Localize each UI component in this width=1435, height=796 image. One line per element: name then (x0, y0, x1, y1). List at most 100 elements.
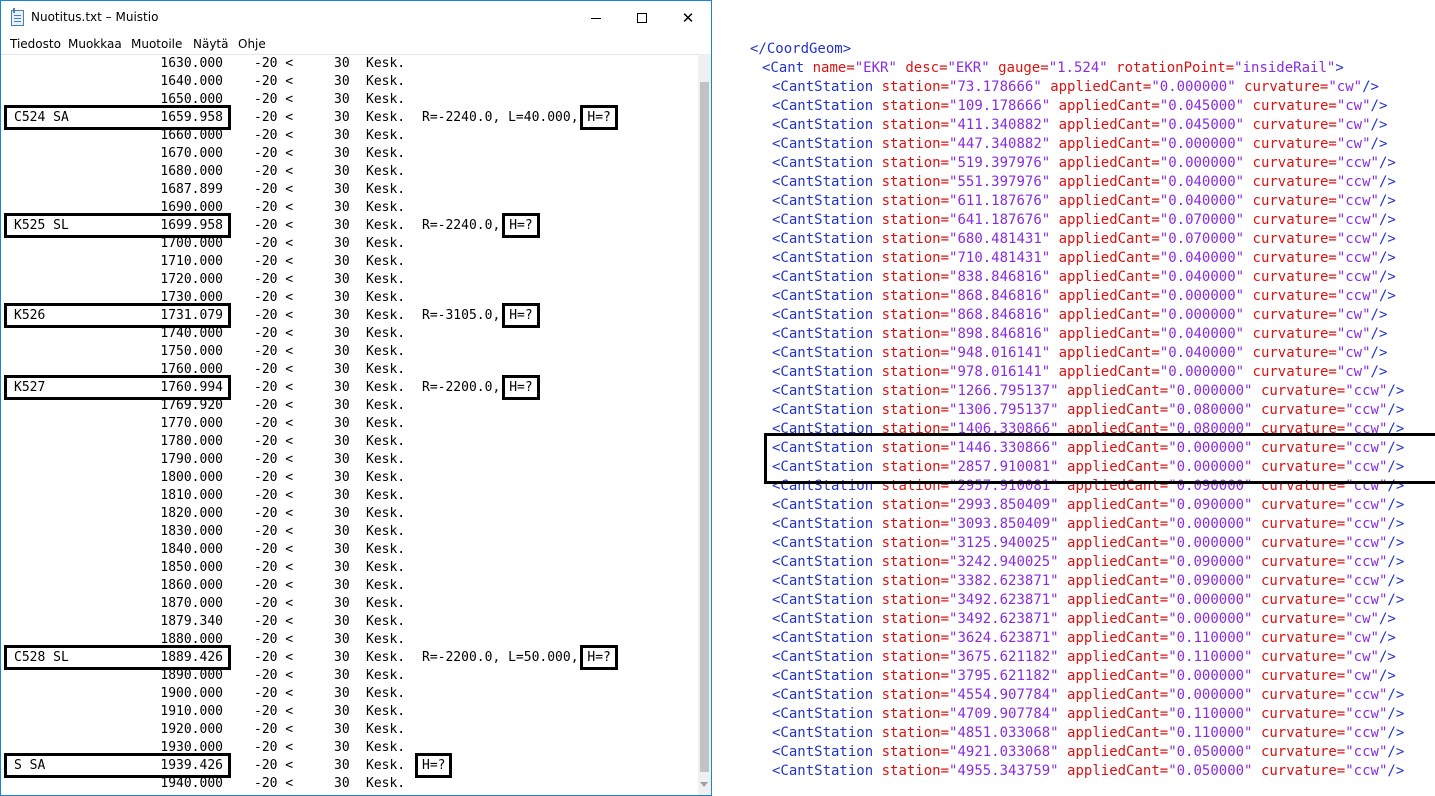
min-value: -20 < (254, 632, 294, 647)
xml-attr-value: "cw" (1336, 345, 1371, 361)
xml-attr-value: "4709.907784" (949, 706, 1059, 722)
min-value: -20 < (254, 524, 294, 539)
max-value: 30 (334, 308, 350, 323)
min-value: -20 < (254, 380, 294, 395)
xml-attr-name: desc (905, 60, 940, 76)
vertical-scrollbar[interactable] (698, 54, 711, 795)
xml-line: <CantStation station="109.178666" applie… (772, 97, 1387, 116)
xml-attr-value: "cw" (1328, 79, 1363, 95)
xml-attr-value: "ccw" (1336, 193, 1379, 209)
max-value: 30 (334, 722, 350, 737)
xml-attr-name: appliedCant= (1067, 497, 1169, 513)
xml-attr-value: "ccw" (1336, 212, 1379, 228)
max-value: 30 (334, 524, 350, 539)
menu-file[interactable]: Tiedosto (10, 37, 61, 51)
xml-attr-value: "ccw" (1345, 763, 1388, 779)
text-line: 1640.000 -20 < 30 Kesk. (1, 73, 698, 91)
max-value: 30 (334, 272, 350, 287)
min-value: -20 < (254, 272, 294, 287)
xml-attr-name: curvature= (1260, 687, 1346, 703)
xml-tag-close: /> (1370, 136, 1388, 152)
station-value: 1660.000 (160, 128, 223, 143)
xml-attr-name: station= (881, 307, 950, 323)
xml-tag: <CantStation (772, 516, 874, 532)
xml-attr-value: "0.000000" (1168, 383, 1253, 399)
xml-attr-value: "cw" (1345, 668, 1379, 684)
xml-tag-close: /> (1370, 326, 1388, 342)
scroll-down-arrow-icon[interactable] (700, 782, 708, 787)
text-line: 1850.000 -20 < 30 Kesk. (1, 559, 698, 577)
kesk-label: Kesk. (366, 254, 406, 269)
kesk-label: Kesk. (366, 416, 406, 431)
station-value: 1770.000 (160, 416, 223, 431)
xml-attr-value: "0.045000" (1159, 98, 1245, 114)
kesk-label: Kesk. (366, 560, 406, 575)
xml-tag: <CantStation (772, 383, 874, 399)
station-value: 1920.000 (160, 722, 223, 737)
text-line: S SA 1939.426 -20 <30 Kesk. H=? (1, 753, 698, 778)
text-line: 1687.899 -20 < 30 Kesk. (1, 181, 698, 199)
menu-view[interactable]: Näytä (193, 37, 229, 51)
max-value: 30 (334, 578, 350, 593)
max-value: 30 (334, 92, 350, 107)
title-bar[interactable]: Nuotitus.txt – Muistio ✕ (1, 1, 711, 35)
window-title: Nuotitus.txt – Muistio (31, 10, 159, 24)
xml-attr-name: appliedCant= (1058, 288, 1160, 304)
menu-format[interactable]: Muotoile (131, 37, 182, 51)
text-line: 1720.000 -20 < 30 Kesk. (1, 271, 698, 289)
kesk-label: Kesk. (366, 380, 406, 395)
xml-attr-value: "0.000000" (1168, 516, 1253, 532)
xml-attr-value: "0.090000" (1168, 573, 1253, 589)
xml-attr-name: appliedCant= (1050, 79, 1152, 95)
xml-attr-name: station= (881, 706, 950, 722)
xml-line: <CantStation station="641.187676" applie… (772, 211, 1396, 230)
xml-tag: <CantStation (772, 193, 874, 209)
xml-tag: <CantStation (772, 535, 874, 551)
max-value: 30 (334, 650, 350, 665)
close-button[interactable]: ✕ (665, 1, 711, 35)
xml-line: <CantStation station="4851.033068" appli… (772, 724, 1404, 743)
notepad-window: Nuotitus.txt – Muistio ✕ Tiedosto Muokka… (0, 0, 712, 796)
xml-line: <CantStation station="4955.343759" appli… (772, 762, 1404, 781)
max-value: 30 (334, 614, 350, 629)
xml-tag-close: /> (1378, 155, 1396, 171)
menu-help[interactable]: Ohje (238, 37, 266, 51)
xml-tag: <CantStation (772, 725, 874, 741)
maximize-button[interactable] (619, 1, 665, 35)
menu-edit[interactable]: Muokkaa (68, 37, 122, 51)
xml-tag-close: /> (1370, 307, 1388, 323)
xml-attr-name: appliedCant= (1058, 345, 1160, 361)
xml-attr-name: appliedCant= (1067, 535, 1169, 551)
highlight-box (764, 433, 1435, 484)
xml-attr-name: station= (881, 136, 950, 152)
min-value: -20 < (254, 236, 294, 251)
xml-attr-value: "0.110000" (1168, 630, 1253, 646)
xml-line: <CantStation station="4921.033068" appli… (772, 743, 1404, 762)
xml-attr-value: "ccw" (1336, 288, 1379, 304)
xml-attr-value: "3624.623871" (949, 630, 1059, 646)
xml-attr-name: curvature= (1260, 706, 1346, 722)
station-value: 1699.958 (160, 218, 223, 233)
kesk-label: Kesk. (366, 776, 406, 791)
xml-tag: <CantStation (772, 592, 874, 608)
xml-tag-close: /> (1387, 706, 1405, 722)
xml-attr-value: "2993.850409" (949, 497, 1059, 513)
station-value: 1870.000 (160, 596, 223, 611)
station-value: 1940.000 (160, 776, 223, 791)
minimize-button[interactable] (573, 1, 619, 35)
max-value: 30 (334, 434, 350, 449)
xml-attr-name: appliedCant= (1058, 364, 1160, 380)
text-line: 1879.340 -20 < 30 Kesk. (1, 613, 698, 631)
max-value: 30 (334, 200, 350, 215)
kesk-label: Kesk. (366, 236, 406, 251)
xml-attr-name: station= (881, 231, 950, 247)
max-value: 30 (334, 110, 350, 125)
xml-attr-name: appliedCant= (1067, 668, 1169, 684)
scrollbar-thumb[interactable] (700, 82, 709, 772)
xml-attr-value: "0.000000" (1159, 136, 1245, 152)
xml-attr-name: appliedCant= (1067, 687, 1169, 703)
xml-equals: = (846, 60, 855, 76)
xml-attr-name: curvature= (1252, 117, 1337, 133)
xml-tag-close: /> (1370, 345, 1388, 361)
text-editor[interactable]: 1630.000 -20 < 30 Kesk. 1640.000 -20 < 30 Kesk.… (1, 54, 698, 795)
